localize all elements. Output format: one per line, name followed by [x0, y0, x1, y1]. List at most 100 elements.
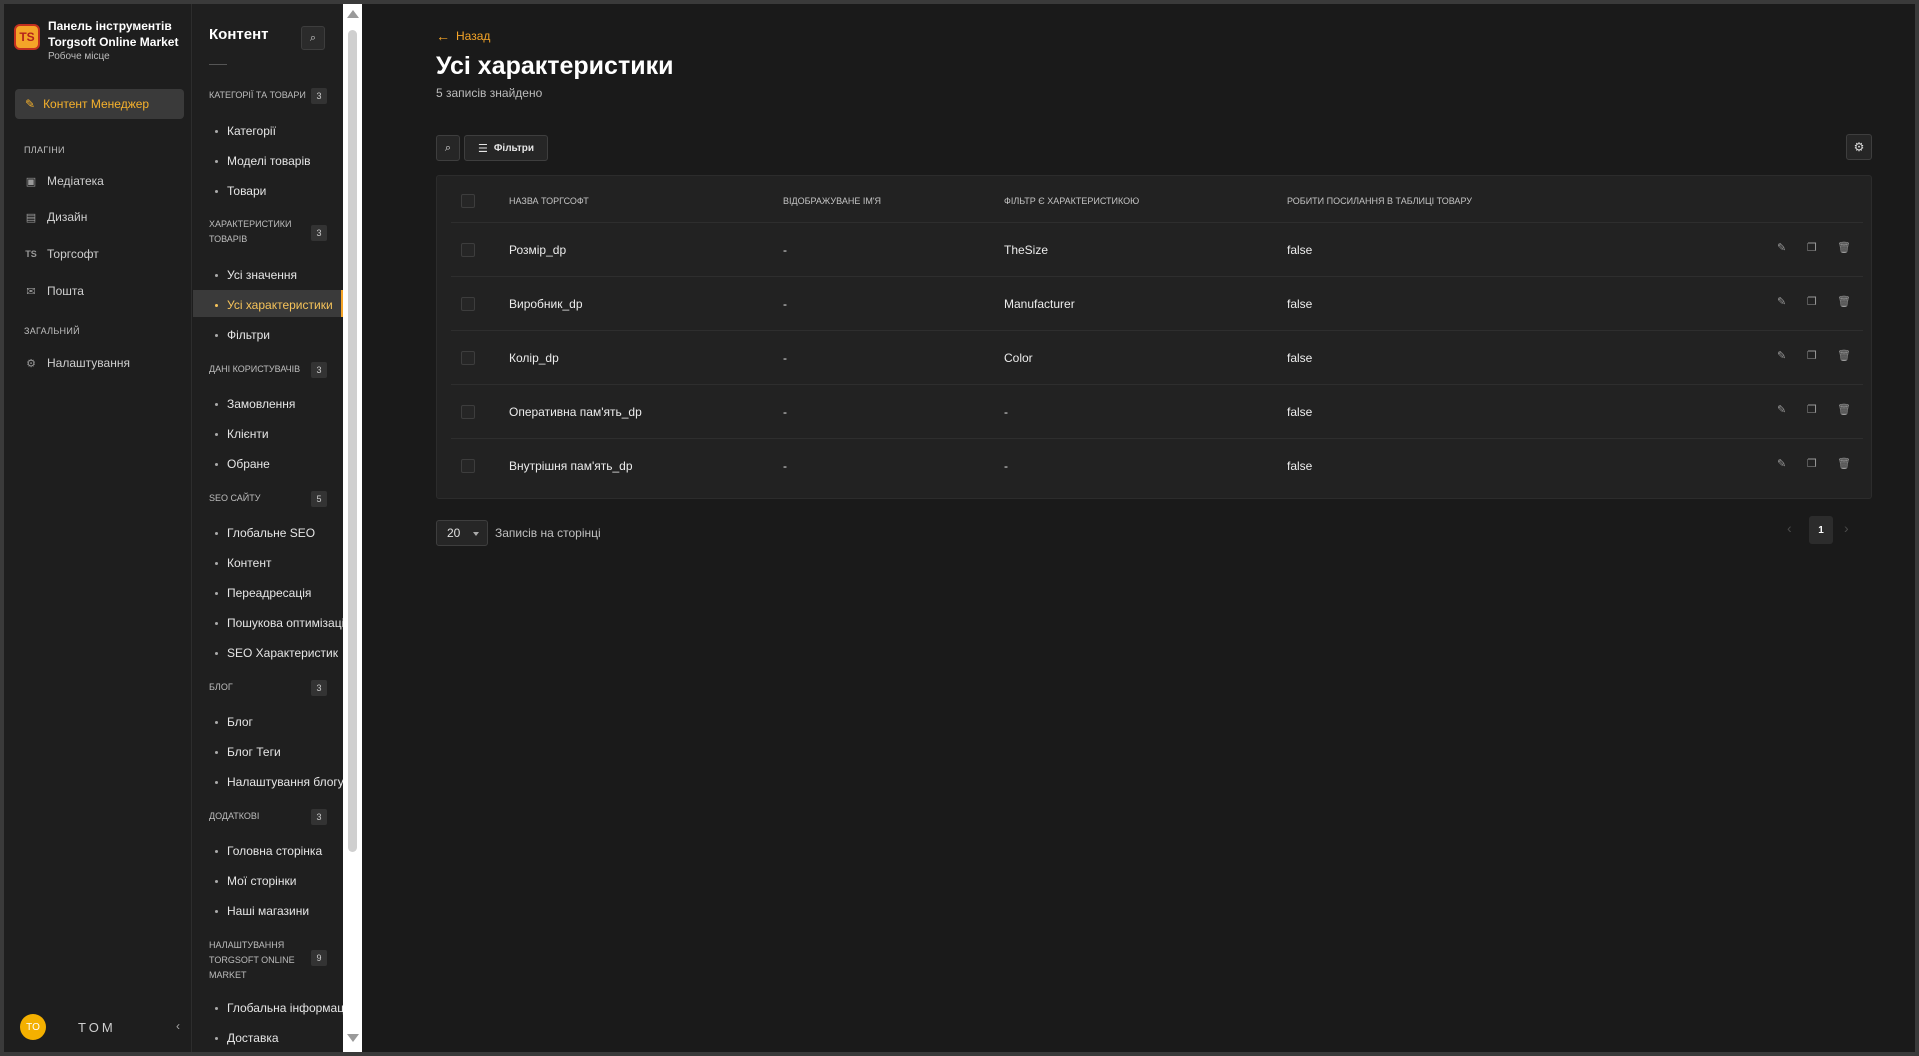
duplicate-icon[interactable]: ❐: [1807, 295, 1817, 308]
group-blog[interactable]: БЛОГ 3: [209, 680, 327, 696]
cell-filter: -: [1004, 459, 1008, 473]
nav-item-mail[interactable]: ✉ Пошта: [24, 284, 84, 298]
edit-icon[interactable]: ✎: [1777, 241, 1786, 254]
nav-item-content-manager[interactable]: ✎ Контент Менеджер: [15, 89, 184, 119]
chevron-right-icon[interactable]: ›: [1844, 520, 1849, 536]
table-row[interactable]: Виробник_dp - Manufacturer false ✎ ❐ 🗑: [451, 276, 1863, 330]
trash-icon[interactable]: 🗑: [1837, 457, 1851, 470]
column-header-filter[interactable]: ФІЛЬТР Є ХАРАКТЕРИСТИКОЮ: [1004, 196, 1139, 206]
row-checkbox[interactable]: [461, 459, 475, 473]
user-name: TOM: [78, 1019, 116, 1035]
panel-item-filters[interactable]: Фільтри: [215, 328, 270, 342]
panel-scrollbar[interactable]: [343, 4, 362, 1052]
panel-item-my-pages[interactable]: Мої сторінки: [215, 874, 296, 888]
row-checkbox[interactable]: [461, 351, 475, 365]
cell-display-name: -: [783, 243, 787, 257]
panel-item-blog-tags[interactable]: Блог Теги: [215, 745, 281, 759]
back-link[interactable]: ← Назад: [436, 28, 490, 44]
column-header-display-name[interactable]: ВІДОБРАЖУВАНЕ ІМ'Я: [783, 196, 881, 206]
table-settings-button[interactable]: ⚙: [1846, 134, 1872, 160]
panel-item-orders[interactable]: Замовлення: [215, 397, 295, 411]
scroll-thumb[interactable]: [348, 30, 357, 852]
panel-item-content[interactable]: Контент: [215, 556, 271, 570]
panel-item-seo-characteristics[interactable]: SEO Характеристик: [215, 646, 338, 660]
table-row[interactable]: Колір_dp - Color false ✎ ❐ 🗑: [451, 330, 1863, 384]
panel-item-all-values[interactable]: Усі значення: [215, 268, 297, 282]
trash-icon[interactable]: 🗑: [1837, 349, 1851, 362]
panel-search-button[interactable]: ⌕: [301, 26, 325, 50]
edit-icon[interactable]: ✎: [1777, 349, 1786, 362]
panel-item-search-optimization[interactable]: Пошукова оптимізація: [215, 616, 343, 630]
group-characteristics[interactable]: ХАРАКТЕРИСТИКИ ТОВАРІВ 3: [209, 217, 327, 247]
scroll-down-icon[interactable]: [347, 1034, 359, 1042]
cell-name: Оперативна пам'ять_dp: [509, 405, 642, 419]
app-window: TS Панель інструментів Torgsoft Online M…: [4, 4, 1915, 1052]
nav-item-settings[interactable]: ⚙ Налаштування: [24, 356, 130, 370]
brand[interactable]: TS Панель інструментів Torgsoft Online M…: [14, 18, 178, 64]
panel-item-models[interactable]: Моделі товарів: [215, 154, 310, 168]
cell-name: Колір_dp: [509, 351, 559, 365]
table-row[interactable]: Розмір_dp - TheSize false ✎ ❐ 🗑: [451, 222, 1863, 276]
cell-filter: Manufacturer: [1004, 297, 1075, 311]
row-checkbox[interactable]: [461, 243, 475, 257]
cell-display-name: -: [783, 351, 787, 365]
panel-item-blog[interactable]: Блог: [215, 715, 253, 729]
panel-item-delivery[interactable]: Доставка: [215, 1031, 279, 1045]
cell-link: false: [1287, 405, 1313, 419]
panel-item-global-info[interactable]: Глобальна інформація: [215, 1001, 343, 1015]
duplicate-icon[interactable]: ❐: [1807, 349, 1817, 362]
search-icon: ⌕: [309, 31, 317, 44]
scroll-up-icon[interactable]: [347, 10, 359, 18]
row-checkbox[interactable]: [461, 297, 475, 311]
brand-line1: Панель інструментів: [48, 19, 172, 33]
nav-item-torgsoft[interactable]: TS Торгсофт: [24, 247, 99, 261]
filters-button[interactable]: ☰ Фільтри: [464, 135, 548, 161]
chevron-left-icon[interactable]: ‹: [1787, 520, 1792, 536]
edit-icon[interactable]: ✎: [1777, 295, 1786, 308]
nav-item-design[interactable]: ▤ Дизайн: [24, 210, 88, 224]
table-row[interactable]: Оперативна пам'ять_dp - - false ✎ ❐ 🗑: [451, 384, 1863, 438]
trash-icon[interactable]: 🗑: [1837, 241, 1851, 254]
nav-item-media[interactable]: ▣ Медіатека: [24, 174, 104, 188]
edit-icon[interactable]: ✎: [1777, 457, 1786, 470]
collapse-sidebar-icon[interactable]: ‹: [176, 1019, 180, 1033]
brand-line3: Робоче місце: [48, 51, 110, 62]
panel-item-home-page[interactable]: Головна сторінка: [215, 844, 322, 858]
trash-icon[interactable]: 🗑: [1837, 403, 1851, 416]
torgsoft-icon: TS: [25, 249, 37, 259]
group-count-badge: 3: [311, 680, 327, 696]
column-header-name[interactable]: НАЗВА ТОРГСОФТ: [509, 196, 589, 206]
panel-item-all-characteristics[interactable]: Усі характеристики: [215, 298, 333, 312]
select-all-checkbox[interactable]: [461, 194, 475, 208]
row-checkbox[interactable]: [461, 405, 475, 419]
panel-item-redirects[interactable]: Переадресація: [215, 586, 311, 600]
trash-icon[interactable]: 🗑: [1837, 295, 1851, 308]
edit-icon[interactable]: ✎: [1777, 403, 1786, 416]
group-additional[interactable]: ДОДАТКОВІ 3: [209, 809, 327, 825]
group-categories[interactable]: КАТЕГОРІЇ ТА ТОВАРИ 3: [209, 88, 327, 104]
panel-item-categories[interactable]: Категорії: [215, 124, 276, 138]
group-user-data[interactable]: ДАНІ КОРИСТУВАЧІВ 3: [209, 362, 327, 378]
arrow-left-icon: ←: [436, 28, 450, 44]
duplicate-icon[interactable]: ❐: [1807, 403, 1817, 416]
panel-item-favorites[interactable]: Обране: [215, 457, 270, 471]
table-row[interactable]: Внутрішня пам'ять_dp - - false ✎ ❐ 🗑: [451, 438, 1863, 492]
column-header-link[interactable]: РОБИТИ ПОСИЛАННЯ В ТАБЛИЦІ ТОВАРУ: [1287, 196, 1472, 206]
panel-item-products[interactable]: Товари: [215, 184, 266, 198]
group-seo[interactable]: SEO САЙТУ 5: [209, 491, 327, 507]
page-button-current[interactable]: 1: [1809, 516, 1833, 544]
filter-icon: ☰: [478, 142, 488, 155]
duplicate-icon[interactable]: ❐: [1807, 457, 1817, 470]
search-button[interactable]: ⌕: [436, 135, 460, 161]
panel-item-clients[interactable]: Клієнти: [215, 427, 269, 441]
panel-item-blog-settings[interactable]: Налаштування блогу: [215, 775, 343, 789]
group-market-settings[interactable]: НАЛАШТУВАННЯ TORGSOFT ONLINE MARKET 9: [209, 938, 327, 983]
cell-name: Виробник_dp: [509, 297, 583, 311]
per-page-select[interactable]: 20: [436, 520, 488, 546]
duplicate-icon[interactable]: ❐: [1807, 241, 1817, 254]
panel-item-our-stores[interactable]: Наші магазини: [215, 904, 309, 918]
brand-line2: Torgsoft Online Market: [48, 35, 179, 49]
panel-item-global-seo[interactable]: Глобальне SEO: [215, 526, 315, 540]
page-title: Усі характеристики: [436, 52, 674, 80]
user-menu[interactable]: TO TOM ‹: [20, 1013, 180, 1041]
